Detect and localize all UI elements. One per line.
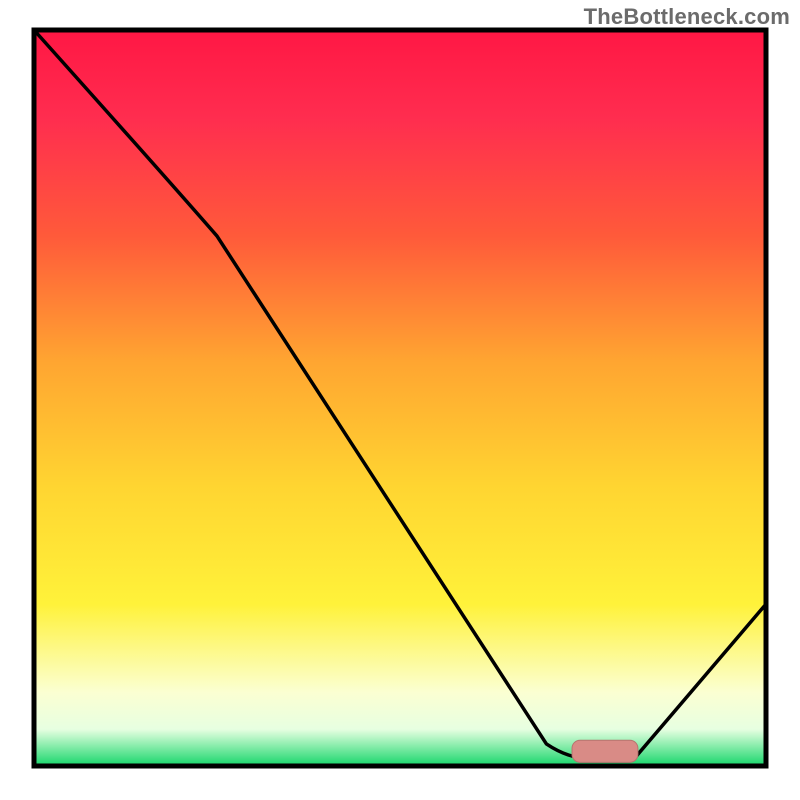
chart-stage: TheBottleneck.com <box>0 0 800 800</box>
bottleneck-chart <box>0 0 800 800</box>
plot-background <box>34 30 766 766</box>
watermark-text: TheBottleneck.com <box>584 4 790 30</box>
optimum-marker <box>572 740 638 762</box>
